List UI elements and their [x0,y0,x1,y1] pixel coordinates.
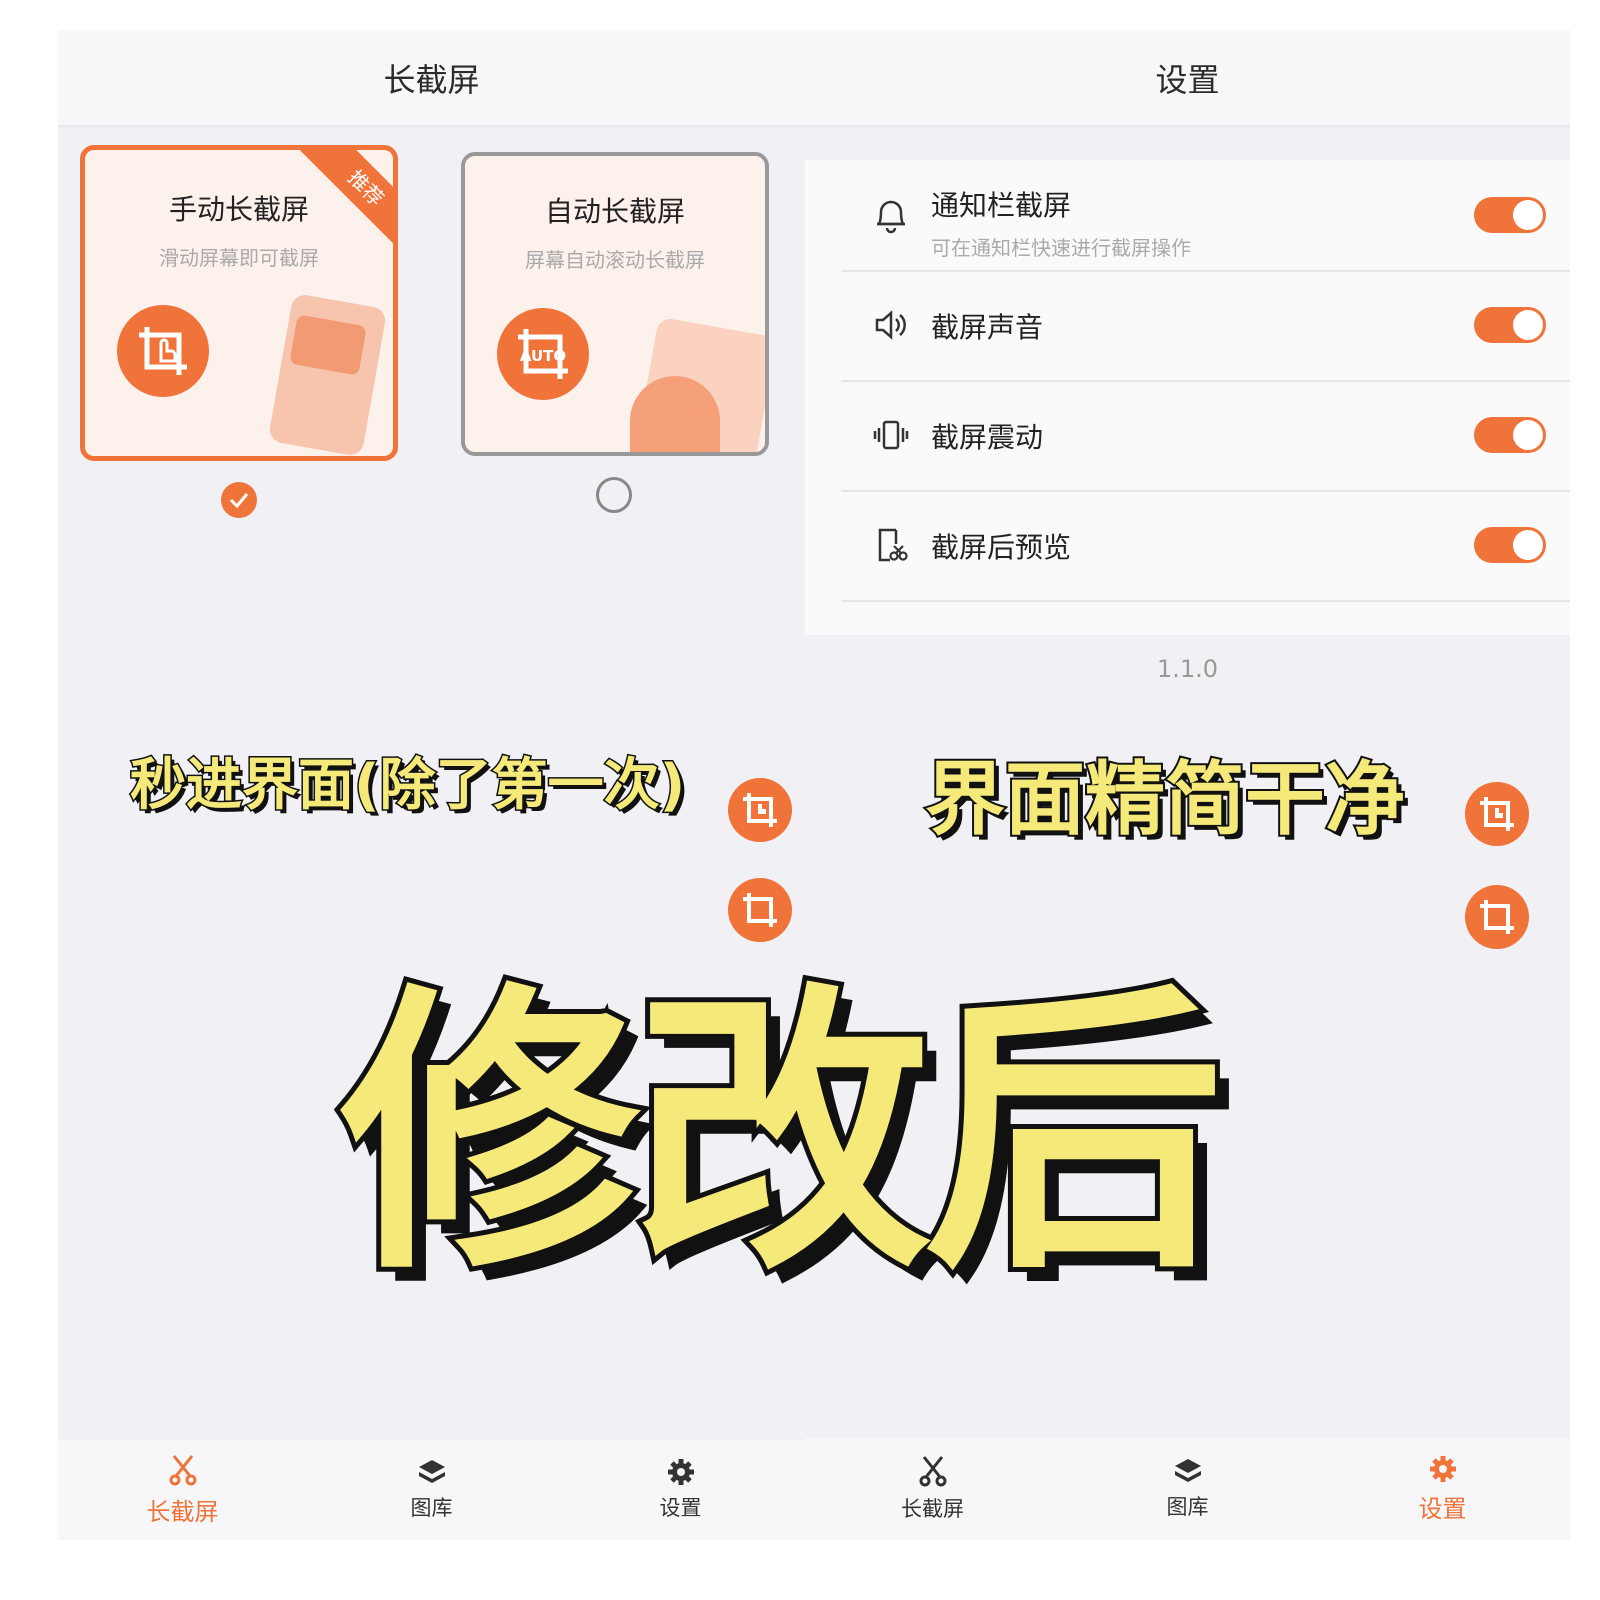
preview-icon [871,525,911,565]
card-subtitle: 滑动屏幕即可截屏 [159,246,319,270]
layers-icon [1174,1459,1201,1482]
setting-capture-sound: 截屏声音 [841,270,1570,382]
svg-text:AUTO: AUTO [520,347,566,365]
nav-long-screenshot[interactable]: 长截屏 [805,1438,1060,1540]
speaker-icon [871,305,911,345]
bottom-navigation: 长截屏 图库 设置 [58,1440,805,1540]
image-illustration [267,292,388,456]
gear-icon [667,1459,694,1485]
floating-manual-capture-button[interactable] [1465,782,1529,846]
gear-icon [1429,1455,1456,1482]
notification-capture-toggle[interactable] [1474,197,1546,233]
setting-preview-after-capture: 截屏后预览 [841,490,1570,602]
floating-crop-button[interactable] [1465,885,1529,949]
setting-subtitle: 可在通知栏快速进行截屏操作 [931,236,1191,260]
setting-title: 截屏后预览 [931,531,1072,564]
layers-icon [418,1460,445,1483]
scissors-icon [919,1456,946,1487]
settings-list: 通知栏截屏 可在通知栏快速进行截屏操作 截屏声音 截屏震动 截屏后预览 [805,160,1570,635]
nav-gallery[interactable]: 图库 [1060,1438,1315,1540]
nav-settings[interactable]: 设置 [556,1440,805,1540]
setting-title: 通知栏截屏 [931,189,1072,222]
auto-unselected-radio[interactable] [596,477,632,513]
hill-illustration [630,376,720,452]
card-title: 手动长截屏 [168,193,309,226]
nav-settings[interactable]: 设置 [1315,1438,1570,1540]
nav-gallery[interactable]: 图库 [307,1440,556,1540]
nav-label: 长截屏 [146,1497,219,1526]
bottom-navigation: 长截屏 图库 设置 [805,1438,1570,1540]
nav-long-screenshot[interactable]: 长截屏 [58,1440,307,1540]
vibrate-icon [871,415,911,455]
page-title: 设置 [805,30,1570,125]
crop-auto-icon: AUTO [497,308,589,400]
app-version: 1.1.0 [1156,655,1219,683]
page-title: 长截屏 [58,30,805,125]
crop-touch-icon [117,305,209,397]
nav-label: 图库 [410,1496,453,1520]
setting-title: 截屏声音 [931,311,1044,344]
capture-sound-toggle[interactable] [1474,307,1546,343]
card-subtitle: 屏幕自动滚动长截屏 [525,248,705,272]
caption-fast-entry: 秒进界面(除了第一次) [128,752,686,820]
manual-selected-radio[interactable] [221,482,257,518]
setting-capture-vibration: 截屏震动 [841,380,1570,492]
preview-after-capture-toggle[interactable] [1474,527,1546,563]
caption-after-modification: 修改后 [335,960,1229,1309]
capture-vibration-toggle[interactable] [1474,417,1546,453]
floating-crop-button[interactable] [728,878,792,942]
manual-long-screenshot-card[interactable]: 推荐 手动长截屏 滑动屏幕即可截屏 [80,145,398,461]
floating-manual-capture-button[interactable] [728,778,792,842]
nav-label: 设置 [659,1496,702,1520]
scissors-icon [169,1454,196,1485]
setting-notification-capture: 通知栏截屏 可在通知栏快速进行截屏操作 [841,160,1570,272]
caption-clean-ui: 界面精简干净 [923,751,1407,848]
card-title: 自动长截屏 [544,195,685,228]
bell-icon [871,195,911,235]
nav-label: 图库 [1166,1495,1209,1519]
nav-label: 长截屏 [901,1497,964,1521]
setting-title: 截屏震动 [931,421,1044,454]
nav-label: 设置 [1418,1494,1467,1523]
auto-long-screenshot-card[interactable]: 自动长截屏 屏幕自动滚动长截屏 AUTO [461,152,769,456]
